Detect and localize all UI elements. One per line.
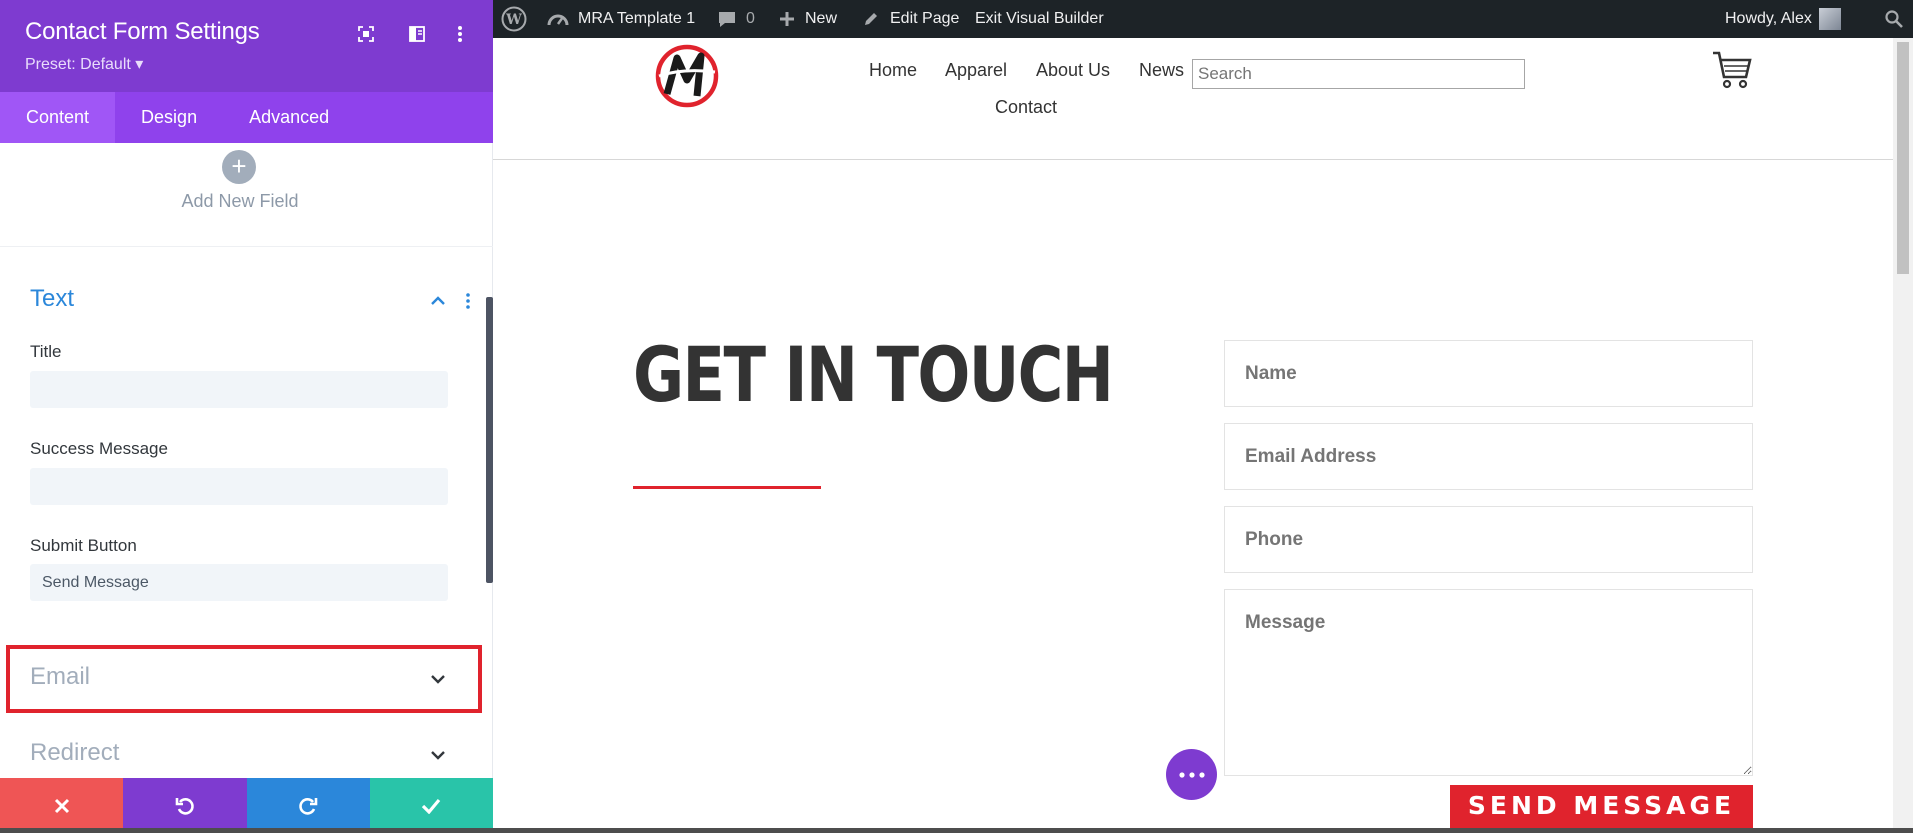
- panel-scrollbar[interactable]: [486, 297, 493, 583]
- panel-header: Contact Form Settings Preset: Default ▾: [0, 0, 493, 92]
- heading-divider: [633, 486, 821, 489]
- wp-admin-bar: W MRA Template 1 0 New Edit Page Exit Vi…: [493, 0, 1913, 38]
- dashboard-icon: [547, 14, 569, 26]
- howdy-label: Howdy, Alex: [1725, 10, 1812, 27]
- nav-news[interactable]: News: [1139, 60, 1184, 81]
- chevron-up-icon[interactable]: [429, 292, 447, 310]
- close-icon: [54, 798, 69, 813]
- nav-about-us[interactable]: About Us: [1036, 60, 1110, 81]
- new-label: New: [805, 10, 838, 27]
- edit-page-label: Edit Page: [890, 10, 960, 27]
- success-message-input[interactable]: [30, 468, 448, 505]
- discard-button[interactable]: [0, 778, 124, 833]
- builder-options-button[interactable]: [1166, 749, 1217, 800]
- chevron-down-icon[interactable]: [429, 746, 447, 764]
- tab-content[interactable]: Content: [0, 92, 116, 143]
- undo-icon: [175, 797, 194, 815]
- avatar: [1818, 8, 1841, 30]
- email-section-toggle[interactable]: Email: [6, 645, 482, 713]
- tab-design[interactable]: Design: [115, 92, 223, 143]
- undo-button[interactable]: [123, 778, 247, 833]
- pencil-icon: [865, 13, 877, 25]
- title-input[interactable]: [30, 371, 448, 408]
- svg-text:W: W: [505, 12, 522, 28]
- tab-advanced[interactable]: Advanced: [223, 92, 355, 143]
- redo-button[interactable]: [246, 778, 370, 833]
- add-field-label[interactable]: Add New Field: [0, 191, 480, 212]
- phone-field[interactable]: [1224, 506, 1753, 573]
- redirect-section-title[interactable]: Redirect: [30, 739, 119, 767]
- message-field[interactable]: [1224, 589, 1753, 776]
- email-section-title: Email: [30, 663, 91, 690]
- more-horizontal-icon: [1178, 771, 1205, 778]
- site-header: Home Apparel About Us News Contact: [493, 38, 1893, 160]
- site-menu[interactable]: MRA Template 1: [547, 0, 695, 38]
- comments-count: 0: [746, 10, 755, 27]
- comment-icon: [719, 12, 735, 27]
- email-field[interactable]: [1224, 423, 1753, 490]
- submit-button-label: Submit Button: [30, 536, 137, 555]
- panel-tabs: Content Design Advanced: [0, 92, 493, 143]
- chevron-down-icon: [431, 675, 445, 684]
- settings-panel: Contact Form Settings Preset: Default ▾ …: [0, 0, 493, 833]
- search-input[interactable]: [1192, 59, 1525, 89]
- nav-home[interactable]: Home: [869, 60, 917, 81]
- wordpress-logo-icon[interactable]: W: [501, 0, 527, 38]
- success-message-label: Success Message: [30, 439, 168, 458]
- site-name: MRA Template 1: [578, 10, 696, 27]
- comments-menu[interactable]: 0: [717, 0, 755, 38]
- site-preview: Home Apparel About Us News Contact GET I…: [493, 38, 1913, 833]
- send-message-button[interactable]: SEND MESSAGE: [1450, 785, 1753, 833]
- check-icon: [422, 798, 441, 814]
- add-field-area: + Add New Field: [0, 143, 493, 247]
- add-field-button[interactable]: +: [222, 150, 256, 184]
- save-button[interactable]: [369, 778, 493, 833]
- window-bottom-edge: [0, 828, 1913, 833]
- cart-icon[interactable]: [1711, 50, 1753, 95]
- page-heading: GET IN TOUCH: [633, 330, 1114, 419]
- plus-icon: [780, 12, 794, 26]
- site-logo[interactable]: [653, 42, 721, 110]
- title-label: Title: [30, 342, 62, 361]
- more-vertical-icon[interactable]: [448, 22, 472, 46]
- section-menu-icon[interactable]: [465, 292, 471, 310]
- panel-action-bar: [0, 778, 493, 833]
- preset-selector[interactable]: Preset: Default ▾: [25, 54, 143, 74]
- edit-page-menu[interactable]: Edit Page: [862, 0, 959, 38]
- submit-button-input[interactable]: [30, 564, 448, 601]
- account-menu[interactable]: Howdy, Alex: [1725, 0, 1841, 38]
- text-section-title[interactable]: Text: [30, 285, 74, 313]
- panel-title: Contact Form Settings: [25, 18, 260, 45]
- exit-visual-builder-link[interactable]: Exit Visual Builder: [975, 0, 1104, 38]
- nav-apparel[interactable]: Apparel: [945, 60, 1007, 81]
- expand-icon[interactable]: [354, 22, 378, 46]
- page-scrollbar-thumb[interactable]: [1897, 42, 1909, 274]
- name-field[interactable]: [1224, 340, 1753, 407]
- redo-icon: [299, 797, 318, 815]
- sidebar-toggle-icon[interactable]: [405, 22, 429, 46]
- screen: Contact Form Settings Preset: Default ▾ …: [0, 0, 1913, 833]
- search-icon[interactable]: [1885, 0, 1903, 38]
- new-menu[interactable]: New: [779, 0, 837, 38]
- nav-contact[interactable]: Contact: [995, 97, 1057, 118]
